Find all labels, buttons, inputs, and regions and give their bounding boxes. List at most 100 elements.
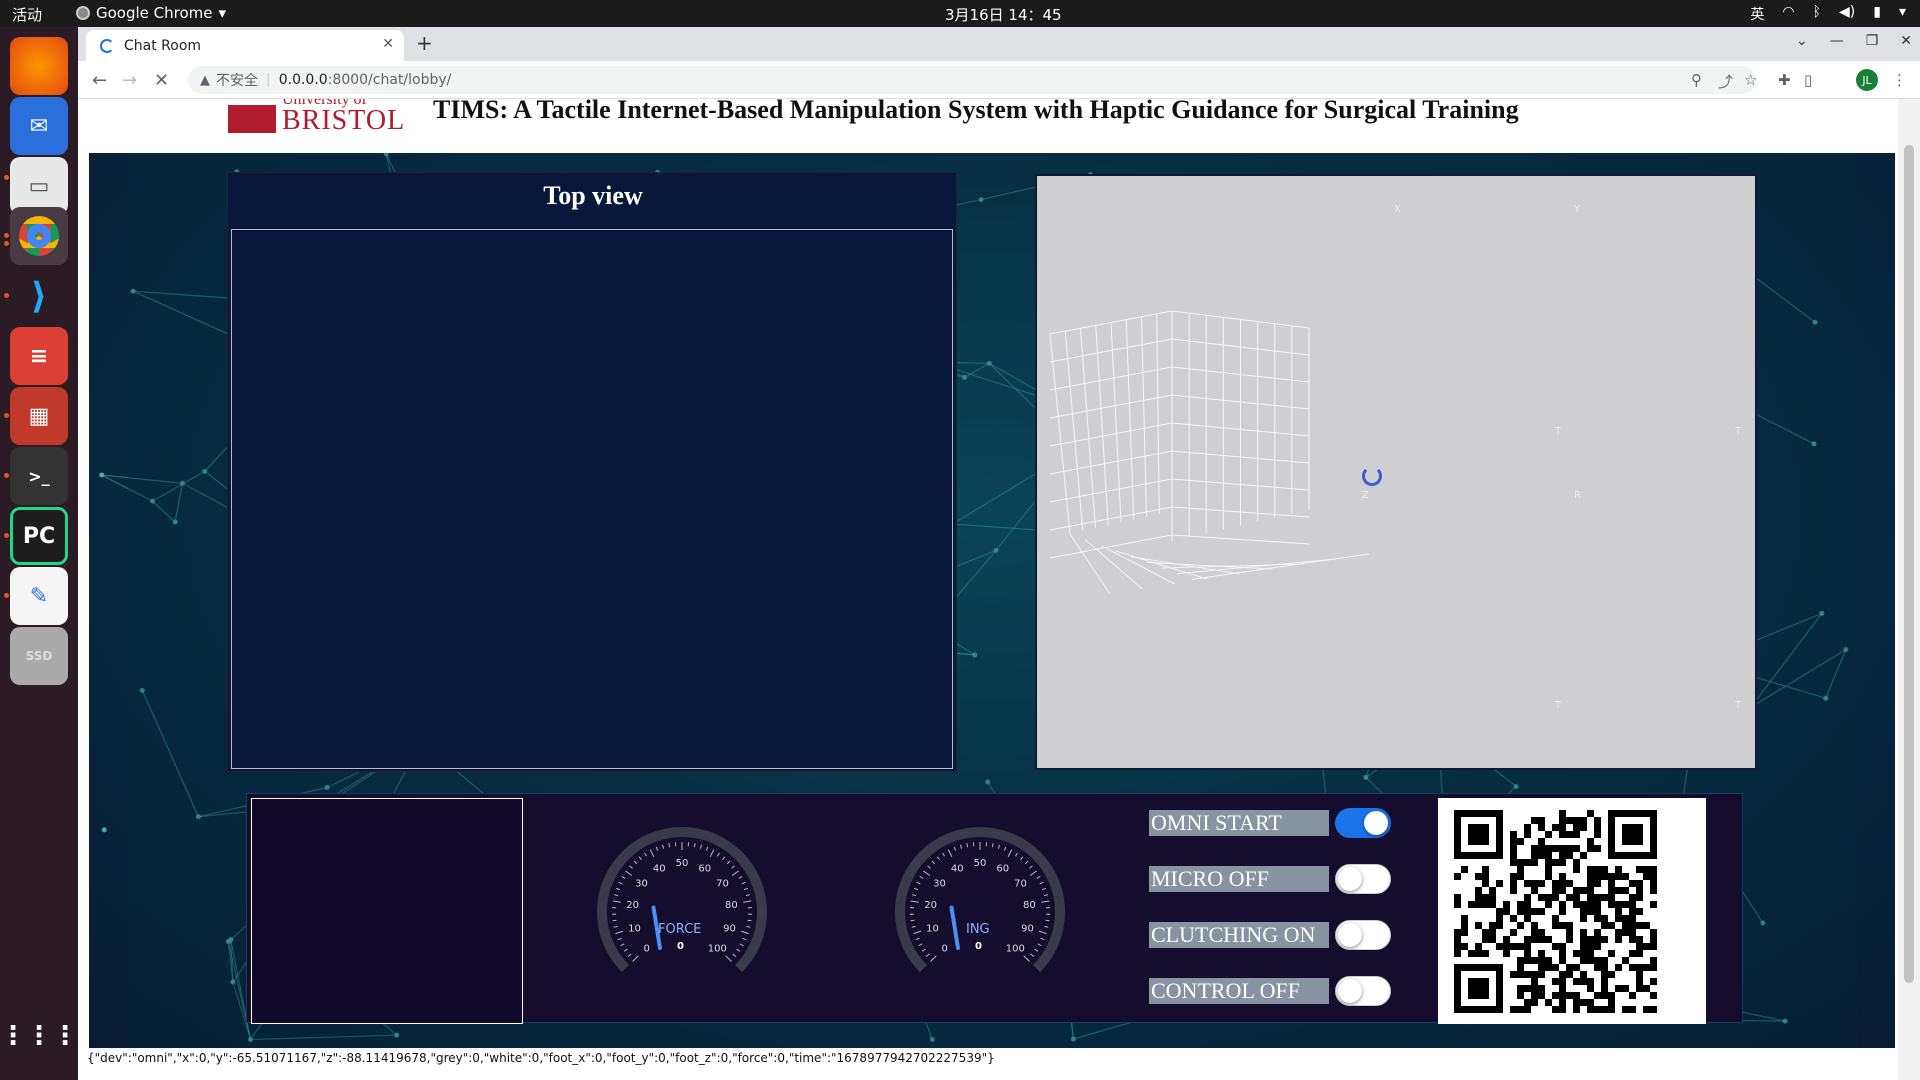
- qr-module: [1608, 887, 1615, 894]
- close-window-button[interactable]: ✕: [1900, 33, 1912, 49]
- terminal-icon[interactable]: >_: [10, 447, 68, 505]
- close-tab-icon[interactable]: ✕: [382, 36, 394, 52]
- app-menu[interactable]: Google Chrome ▾: [76, 4, 226, 22]
- qr-module: [1636, 985, 1643, 992]
- grid-line: [1095, 325, 1109, 526]
- axis-label-r: R: [1574, 490, 1581, 501]
- clutching-toggle-label: CLUTCHING ON: [1149, 922, 1329, 948]
- gauge-tick: [615, 930, 624, 935]
- scrollbar-thumb[interactable]: [1904, 145, 1914, 983]
- plot-3d-panel[interactable]: X Y T T Z R T T: [1035, 174, 1757, 770]
- zoom-icon[interactable]: ⚲: [1691, 71, 1702, 89]
- side-panel-icon[interactable]: ▯: [1804, 71, 1812, 89]
- firefox-icon[interactable]: [10, 37, 68, 95]
- gauge-tick: [747, 919, 752, 922]
- todoist-icon[interactable]: ≡: [10, 327, 68, 385]
- chevron-down-icon: ▾: [218, 4, 227, 22]
- restore-button[interactable]: ❐: [1866, 33, 1879, 49]
- qr-module: [1587, 908, 1594, 915]
- pycharm-icon[interactable]: PC: [10, 507, 68, 565]
- qr-module: [1573, 901, 1580, 908]
- gauge-tick: [1044, 925, 1049, 928]
- qr-module: [1580, 817, 1587, 824]
- qr-module: [1538, 985, 1545, 992]
- text-editor-icon[interactable]: ✎: [10, 567, 68, 625]
- back-button[interactable]: ←: [92, 70, 107, 91]
- menu-kebab-icon[interactable]: ⋮: [1892, 71, 1907, 89]
- qr-module: [1594, 992, 1601, 999]
- security-label[interactable]: 不安全: [216, 70, 258, 90]
- qr-module: [1622, 922, 1629, 929]
- qr-module: [1503, 936, 1510, 943]
- ssd-drive-icon[interactable]: SSD: [10, 627, 68, 685]
- minimize-button[interactable]: —: [1830, 33, 1844, 49]
- qr-module: [1615, 901, 1622, 908]
- chrome-dock-icon[interactable]: [10, 207, 68, 265]
- qr-module: [1580, 936, 1587, 943]
- qr-module: [1517, 943, 1524, 950]
- gauge-tick-label: 20: [924, 900, 937, 911]
- qr-module: [1608, 922, 1615, 929]
- qr-module: [1510, 831, 1517, 838]
- qr-module: [1545, 859, 1552, 866]
- tab-chat-room[interactable]: Chat Room ✕: [86, 30, 404, 61]
- qr-module: [1629, 901, 1636, 908]
- new-tab-button[interactable]: +: [416, 31, 433, 55]
- vscode-icon[interactable]: ⟩: [10, 267, 68, 325]
- qr-module: [1587, 838, 1594, 845]
- micro-toggle-switch[interactable]: [1335, 864, 1391, 894]
- address-bar[interactable]: ▲ 不安全 | 0.0.0.0:8000/chat/lobby/: [188, 66, 1756, 94]
- qr-module: [1559, 1006, 1566, 1013]
- input-method-indicator[interactable]: 英: [1750, 4, 1764, 24]
- control-toggle-switch[interactable]: [1335, 976, 1391, 1006]
- network-node: [99, 472, 105, 478]
- activities-button[interactable]: 活动: [12, 4, 42, 25]
- qr-module: [1566, 852, 1573, 859]
- qr-module: [1573, 866, 1580, 873]
- qr-module: [1573, 992, 1580, 999]
- extensions-icon[interactable]: ✚: [1778, 71, 1791, 89]
- qr-module: [1538, 936, 1545, 943]
- system-tray[interactable]: 英 ◠ ᛒ ◀) ▮ ▾: [1750, 4, 1906, 24]
- qr-module: [1545, 936, 1552, 943]
- bookmark-star-icon[interactable]: ☆: [1744, 71, 1757, 89]
- qr-module: [1587, 873, 1594, 880]
- top-view-image: [231, 229, 953, 769]
- share-icon[interactable]: ⤴: [1718, 71, 1733, 92]
- qr-module: [1587, 887, 1594, 894]
- gauge-tick-label: 0: [941, 943, 947, 954]
- qr-module: [1559, 957, 1566, 964]
- gauge-tick: [738, 875, 743, 879]
- omni-toggle-switch[interactable]: [1335, 808, 1391, 838]
- qr-module: [1559, 999, 1566, 1006]
- forward-button[interactable]: →: [122, 70, 137, 91]
- clock[interactable]: 3月16日 14：45: [945, 4, 1062, 25]
- window-controls: ⌄ — ❐ ✕: [1796, 33, 1912, 49]
- gauge-tick: [726, 860, 731, 865]
- thunderbird-icon[interactable]: ✉: [10, 97, 68, 155]
- gauge-tick: [722, 856, 726, 861]
- gauge-tick: [1039, 881, 1044, 885]
- remote-desktop-icon[interactable]: ▦: [10, 387, 68, 445]
- status-line: {"dev":"omni","x":0,"y":-65.51071167,"z"…: [87, 1051, 995, 1065]
- gauge-tick: [743, 887, 749, 891]
- clutching-toggle-switch[interactable]: [1335, 920, 1391, 950]
- qr-module: [1517, 859, 1524, 866]
- gauge-tick: [623, 948, 628, 952]
- page-scrollbar[interactable]: [1898, 99, 1920, 1080]
- gauge-tick-label: 80: [725, 900, 738, 911]
- axis-label-y: Y: [1574, 204, 1581, 215]
- qr-module: [1573, 831, 1580, 838]
- qr-module: [1587, 950, 1594, 957]
- qr-module: [1587, 866, 1594, 873]
- profile-avatar[interactable]: JL: [1856, 69, 1878, 91]
- gauge-tick-label: 90: [723, 923, 736, 934]
- qr-module: [1538, 817, 1545, 824]
- gauge-tick: [655, 846, 659, 851]
- qr-module: [1559, 978, 1566, 985]
- tab-search-icon[interactable]: ⌄: [1796, 33, 1808, 49]
- stop-loading-button[interactable]: ✕: [154, 70, 169, 91]
- app-grid-icon[interactable]: ⋮⋮⋮: [0, 1007, 78, 1065]
- qr-module: [1629, 936, 1636, 943]
- qr-module: [1643, 873, 1650, 880]
